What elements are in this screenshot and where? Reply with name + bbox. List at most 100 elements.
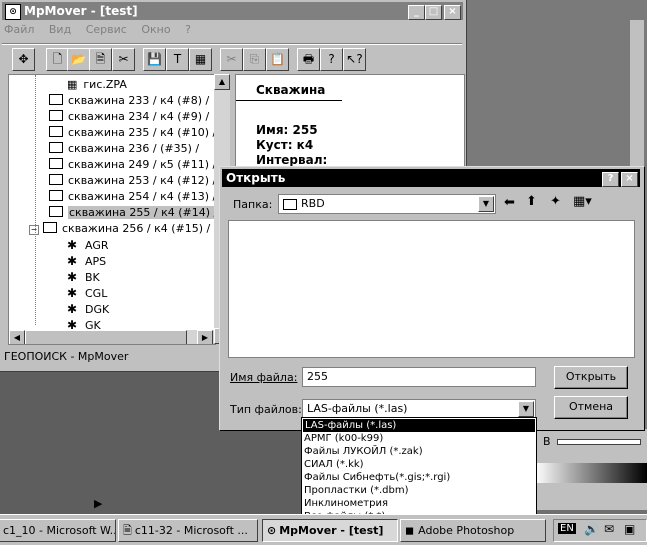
filetype-option-selected[interactable]: LAS-файлы (*.las) [303,419,535,432]
calculator-icon[interactable]: ▦ [189,48,212,71]
menu-help[interactable]: ? [185,23,191,36]
tree-item[interactable]: скважина 234 / к4 (#9) / [49,109,209,125]
help-icon[interactable]: ? [320,48,343,71]
folder-icon [49,158,63,169]
heading-underline [236,100,342,101]
print-icon[interactable]: 🖶 [297,48,320,71]
tree-item[interactable]: скважина 253 / к4 (#12) / [49,173,215,189]
star-icon: ✱ [67,270,78,284]
tree-view[interactable]: ▦ гис.ZPA скважина 233 / к4 (#8) / скважи… [8,74,216,345]
cancel-button[interactable]: Отмена [554,396,628,419]
volume-icon[interactable]: 🔊 [584,522,599,536]
save-icon[interactable]: 💾 [143,48,166,71]
tree-item-selected[interactable]: скважина 255 / к4 (#14) / [49,205,215,221]
chevron-down-icon[interactable]: ▼ [518,401,534,417]
open-button[interactable]: Открыть [554,366,628,389]
context-help-icon[interactable]: ↖? [343,48,366,71]
cut-icon[interactable]: ✂ [220,48,243,71]
collapse-icon[interactable]: − [29,225,39,235]
help-icon[interactable]: ? [602,172,619,187]
network-icon[interactable]: ▣ [624,522,635,536]
chevron-down-icon[interactable]: ▼ [478,196,494,212]
close-icon[interactable]: × [621,172,638,187]
new-file-icon[interactable]: 🗋 [46,48,69,71]
table-icon: ▦ [67,78,78,91]
folder-label: Папка: [233,198,273,211]
language-indicator[interactable]: EN [558,523,576,534]
tree-item-curve[interactable]: ✱ BK [67,269,100,285]
filename-label: Имя файла: [230,371,298,384]
open-folder-icon[interactable]: 📂 [67,48,90,71]
background-b-label: B [543,435,551,448]
minimize-icon[interactable]: _ [408,5,425,20]
filetype-option[interactable]: Пропластки (*.dbm) [304,484,409,497]
scroll-up-icon[interactable]: ▲ [214,74,230,90]
tree-item-curve[interactable]: ✱ CGL [67,285,107,301]
view-menu-icon[interactable]: ▦▾ [573,194,592,209]
filename-input[interactable]: 255 [302,367,536,387]
filetype-option[interactable]: Инклинометрия [304,497,388,510]
filetype-option[interactable]: АРМГ (k00-k99) [304,432,383,445]
task-word-2[interactable]: 🗎 c11-32 - Microsoft ... [118,519,258,542]
background-slider[interactable] [557,439,641,445]
tree-item-expanded[interactable]: − скважина 256 / к4 (#15) / [29,221,210,237]
tree-item[interactable]: скважина 235 / к4 (#10) / [49,125,215,141]
filetype-value: LAS-файлы (*.las) [307,402,408,415]
star-icon: ✱ [67,238,78,252]
filetype-dropdown[interactable]: LAS-файлы (*.las) АРМГ (k00-k99) Файлы Л… [301,417,537,527]
task-mpmover[interactable]: ⊙ MpMover - [test] [262,519,398,542]
scroll-left-icon[interactable]: ◀ [9,330,25,344]
copy-icon[interactable]: ⎘ [243,48,266,71]
scroll-thumb[interactable] [25,330,187,344]
tree-item-curve[interactable]: ✱ APS [67,253,106,269]
file-list[interactable] [228,220,635,358]
tray-icon[interactable]: ✉ [604,522,614,536]
menu-file[interactable]: Файл [4,23,34,36]
new-folder-icon[interactable]: ✦ [550,194,561,209]
task-word-1[interactable]: c1_10 - Microsoft W... [0,519,116,542]
dialog-title-bar[interactable]: Открыть ? × [222,169,640,187]
scroll-right-icon[interactable]: ▶ [197,330,213,344]
maximize-icon[interactable]: □ [425,5,442,20]
filetype-option[interactable]: Файлы Сибнефть(*.gis;*.rgi) [304,471,450,484]
menubar: Файл Вид Сервис Окно ? [4,23,202,41]
main-title-bar[interactable]: ⊙ MpMover - [test] _ □ × [2,2,463,20]
main-window-title: MpMover - [test] [24,4,138,18]
task-photoshop[interactable]: ◼ Adobe Photoshop [400,519,546,542]
folder-icon [283,199,297,210]
folder-select[interactable]: RBD ▼ [278,194,496,214]
menu-view[interactable]: Вид [49,23,71,36]
tree-item-curve[interactable]: ✱ AGR [67,237,109,253]
filetype-option[interactable]: Файлы ЛУКОЙЛ (*.zak) [304,445,423,458]
folder-icon [49,126,63,137]
back-icon[interactable]: ⬅ [504,195,515,210]
menu-service[interactable]: Сервис [86,23,127,36]
folder-icon [49,174,63,185]
tree-hscrollbar[interactable]: ◀ ▶ [9,330,215,344]
close-icon[interactable]: × [444,5,461,20]
up-folder-icon[interactable]: ⬆ [526,194,537,209]
star-icon: ✱ [67,254,78,268]
app-icon: ⊙ [5,4,21,20]
menu-window[interactable]: Окно [141,23,170,36]
move-icon[interactable]: ✥ [12,48,35,71]
tree-item[interactable]: скважина 254 / к4 (#13) / [49,189,215,205]
detail-heading: Скважина [256,83,326,97]
tree-item-curve[interactable]: ✱ DGK [67,301,109,317]
filename-value: 255 [307,370,328,383]
cut-doc-icon[interactable]: ✂ [112,48,135,71]
paste-icon[interactable]: 📋 [266,48,289,71]
arrow-right-icon[interactable]: ▶ [94,497,102,510]
photoshop-icon: ◼ [405,524,415,537]
filetype-select[interactable]: LAS-файлы (*.las) ▼ [302,399,536,419]
star-icon: ✱ [67,286,78,300]
text-icon[interactable]: T [166,48,189,71]
document-icon[interactable]: 🗎 [89,48,112,71]
tree-item-file[interactable]: ▦ гис.ZPA [67,77,127,93]
open-folder-icon [43,222,57,233]
filetype-option[interactable]: СИАЛ (*.kk) [304,458,364,471]
tree-item[interactable]: скважина 249 / к5 (#11) / [49,157,215,173]
tree-item[interactable]: скважина 233 / к4 (#8) / [49,93,209,109]
tree-item[interactable]: скважина 236 / (#35) / [49,141,199,157]
folder-icon [49,190,63,201]
